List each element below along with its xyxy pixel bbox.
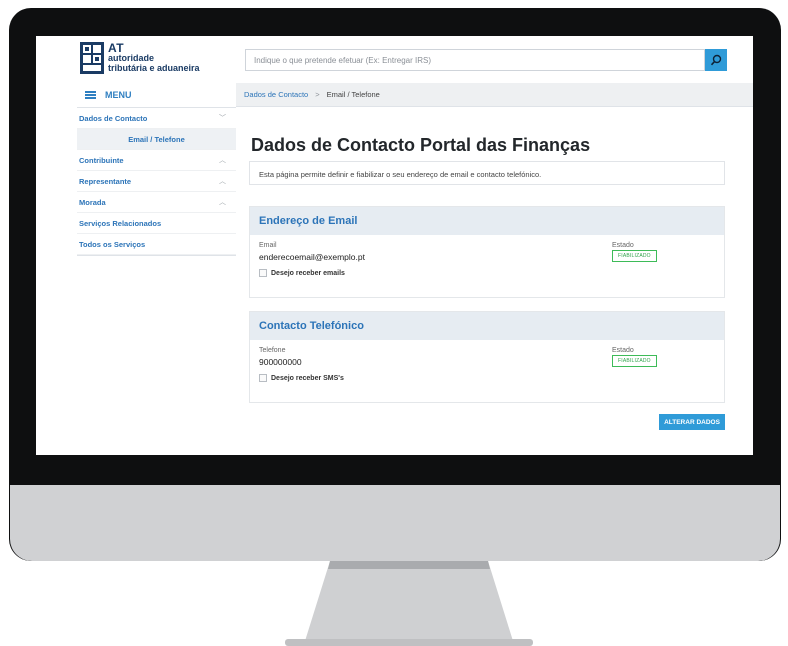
sidebar-nav: Dados de Contacto ﹀ Email / Telefone Con…	[77, 108, 236, 256]
sidebar-item-email-telefone[interactable]: Email / Telefone	[77, 129, 236, 150]
logo-acronym: AT	[108, 41, 125, 55]
phone-value: 900000000	[259, 357, 302, 367]
page-title: Dados de Contacto Portal das Finanças	[251, 135, 591, 155]
site-header: AT autoridade tributária e aduaneira Ind…	[36, 36, 753, 83]
email-label: Email	[259, 242, 277, 249]
monitor-chin	[10, 485, 780, 561]
email-card-body: Email enderecoemail@exemplo.pt Desejo re…	[250, 235, 724, 297]
phone-card-body: Telefone 900000000 Desejo receber SMS's …	[250, 340, 724, 402]
breadcrumb-separator: >	[315, 90, 320, 99]
email-value: enderecoemail@exemplo.pt	[259, 252, 365, 262]
at-logo[interactable]: AT autoridade tributária e aduaneira	[80, 42, 225, 78]
logo-text: AT autoridade tributária e aduaneira	[108, 41, 200, 73]
search-button[interactable]	[705, 49, 727, 71]
checkbox-icon	[259, 374, 267, 382]
checkbox-icon	[259, 269, 267, 277]
chevron-up-icon: ︿	[219, 178, 226, 185]
chevron-up-icon: ︿	[219, 157, 226, 164]
sidebar-item-servicos-relacionados[interactable]: Serviços Relacionados	[77, 213, 236, 234]
breadcrumb: Dados de Contacto > Email / Telefone	[236, 83, 753, 107]
email-status-label: Estado	[612, 242, 634, 249]
at-emblem-icon	[80, 42, 104, 74]
phone-card: Contacto Telefónico Telefone 900000000 D…	[249, 311, 725, 403]
menu-label: MENU	[105, 90, 132, 100]
email-optin-label: Desejo receber emails	[271, 269, 345, 277]
sidebar-item-morada[interactable]: Morada ︿	[77, 192, 236, 213]
phone-label: Telefone	[259, 347, 286, 354]
menu-toggle[interactable]: MENU	[77, 83, 236, 108]
email-card-title: Endereço de Email	[250, 207, 724, 235]
sidebar-item-todos-os-servicos[interactable]: Todos os Serviços	[77, 234, 236, 255]
search-input[interactable]: Indique o que pretende efetuar (Ex: Entr…	[245, 49, 705, 71]
alterar-dados-button[interactable]: ALTERAR DADOS	[659, 414, 725, 430]
email-optin-checkbox[interactable]: Desejo receber emails	[259, 269, 345, 277]
search-icon	[710, 54, 722, 66]
email-card: Endereço de Email Email enderecoemail@ex…	[249, 206, 725, 298]
chevron-down-icon: ﹀	[219, 115, 226, 122]
logo-line-2: tributária e aduaneira	[108, 63, 200, 73]
sms-optin-label: Desejo receber SMS's	[271, 374, 344, 382]
phone-status-label: Estado	[612, 347, 634, 354]
sidebar-item-representante[interactable]: Representante ︿	[77, 171, 236, 192]
sidebar-item-contribuinte[interactable]: Contribuinte ︿	[77, 150, 236, 171]
chevron-up-icon: ︿	[219, 199, 226, 206]
phone-status-badge: FIABILIZADO	[612, 355, 657, 367]
sidebar-item-dados-de-contacto[interactable]: Dados de Contacto ﹀	[77, 108, 236, 129]
monitor-stand	[0, 561, 788, 646]
breadcrumb-current: Email / Telefone	[326, 90, 380, 99]
email-status-badge: FIABILIZADO	[612, 250, 657, 262]
logo-line-1: autoridade	[108, 53, 155, 63]
breadcrumb-parent[interactable]: Dados de Contacto	[244, 90, 308, 99]
hamburger-icon	[85, 91, 96, 99]
sms-optin-checkbox[interactable]: Desejo receber SMS's	[259, 374, 344, 382]
sidebar: MENU Dados de Contacto ﹀ Email / Telefon…	[77, 83, 236, 256]
screen: AT autoridade tributária e aduaneira Ind…	[36, 36, 753, 455]
page-description: Esta página permite definir e fiabilizar…	[249, 161, 725, 185]
phone-card-title: Contacto Telefónico	[250, 312, 724, 340]
